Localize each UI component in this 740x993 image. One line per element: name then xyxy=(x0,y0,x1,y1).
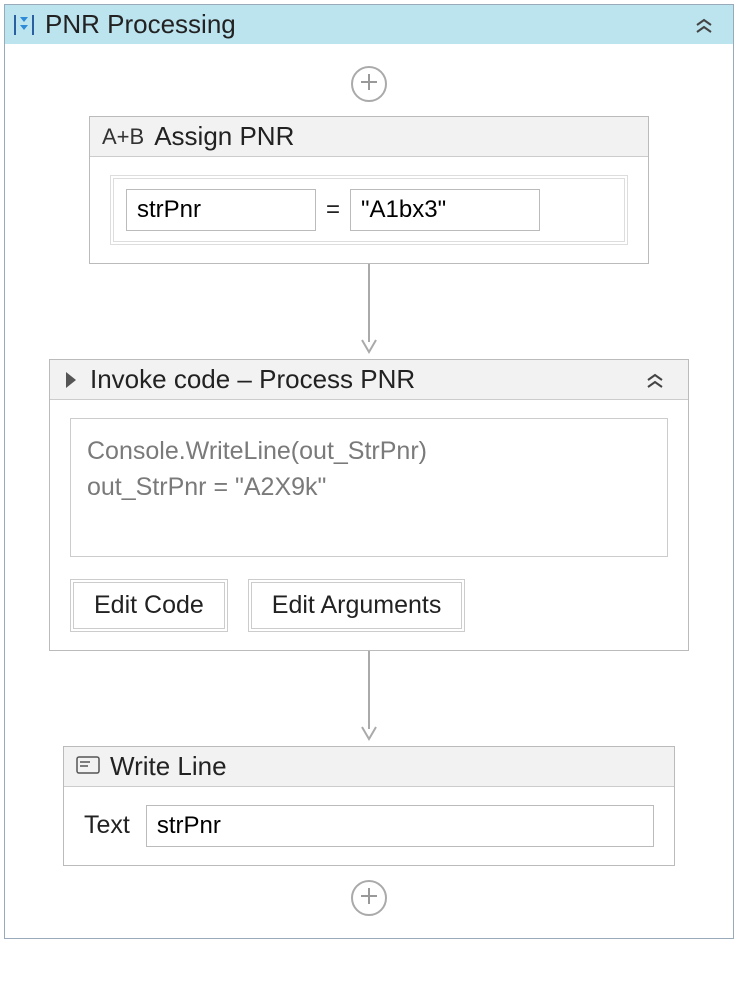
sequence-title: PNR Processing xyxy=(45,9,693,40)
assign-icon: A+B xyxy=(102,124,144,150)
sequence-icon xyxy=(11,12,37,38)
collapse-icon[interactable] xyxy=(644,369,666,391)
code-preview[interactable]: Console.WriteLine(out_StrPnr) out_StrPnr… xyxy=(70,418,668,557)
writeline-activity[interactable]: Write Line Text xyxy=(63,746,675,866)
invoke-body: Console.WriteLine(out_StrPnr) out_StrPnr… xyxy=(50,400,688,650)
expand-icon[interactable] xyxy=(62,369,80,391)
add-activity-button-bottom[interactable] xyxy=(351,880,387,916)
assign-body: = xyxy=(90,157,648,263)
invoke-header[interactable]: Invoke code – Process PNR xyxy=(50,360,688,400)
writeline-row: Text xyxy=(84,805,654,847)
writeline-text-label: Text xyxy=(84,811,130,840)
writeline-icon xyxy=(76,756,100,776)
edit-code-button[interactable]: Edit Code xyxy=(70,579,228,632)
assign-activity[interactable]: A+B Assign PNR = xyxy=(89,116,649,264)
invoke-title: Invoke code – Process PNR xyxy=(90,364,644,395)
assign-to-input[interactable] xyxy=(126,189,316,231)
invoke-buttons: Edit Code Edit Arguments xyxy=(70,579,668,632)
connector-arrow xyxy=(354,651,384,746)
sequence-body: A+B Assign PNR = xyxy=(5,44,733,938)
collapse-icon[interactable] xyxy=(693,14,715,36)
assign-value-input[interactable] xyxy=(350,189,540,231)
connector-arrow xyxy=(354,264,384,359)
sequence-activity[interactable]: PNR Processing A+B Assign PNR = xyxy=(4,4,734,939)
assign-title: Assign PNR xyxy=(154,121,636,152)
sequence-header[interactable]: PNR Processing xyxy=(5,5,733,44)
equals-label: = xyxy=(326,196,340,224)
add-activity-button-top[interactable] xyxy=(351,66,387,102)
invoke-code-activity[interactable]: Invoke code – Process PNR Console.WriteL… xyxy=(49,359,689,651)
writeline-text-input[interactable] xyxy=(146,805,654,847)
writeline-title: Write Line xyxy=(110,751,662,782)
edit-arguments-button[interactable]: Edit Arguments xyxy=(248,579,466,632)
assign-header[interactable]: A+B Assign PNR xyxy=(90,117,648,157)
writeline-body: Text xyxy=(64,787,674,865)
assign-row: = xyxy=(110,175,628,245)
writeline-header[interactable]: Write Line xyxy=(64,747,674,787)
